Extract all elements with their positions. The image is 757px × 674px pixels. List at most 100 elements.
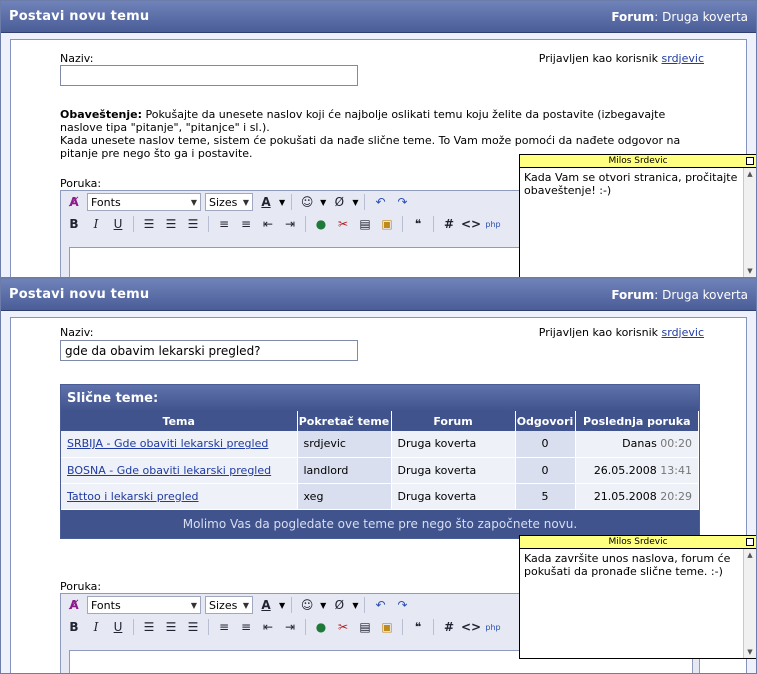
font-select[interactable]: Fonts ▼ <box>87 193 201 211</box>
font-select[interactable]: Fonts ▼ <box>87 596 201 614</box>
logged-in-info: Prijavljen kao korisnik srdjevic <box>539 52 704 65</box>
note-scrollbar[interactable]: ▲ ▼ <box>743 549 756 658</box>
quote-icon[interactable]: ❝ <box>409 215 427 233</box>
unlink-icon[interactable]: ✂ <box>334 618 352 636</box>
remove-format-icon[interactable]: A̸ <box>65 193 83 211</box>
italic-icon[interactable]: I <box>87 215 105 233</box>
numbered-list-icon[interactable]: ≡ <box>215 215 233 233</box>
sticky-note[interactable]: Milos Srdevic Kada Vam se otvori stranic… <box>519 154 756 277</box>
special-char-icon[interactable]: Ø <box>330 193 348 211</box>
topic-link[interactable]: BOSNA - Gde obaviti lekarski pregled <box>67 464 271 477</box>
align-right-icon[interactable]: ☰ <box>184 618 202 636</box>
logged-in-text: Prijavljen kao korisnik <box>538 326 659 339</box>
last-post-date: Danas <box>622 437 657 451</box>
size-select[interactable]: Sizes ▼ <box>205 193 253 211</box>
username-link[interactable]: srdjevic <box>662 52 704 65</box>
sticky-note[interactable]: Milos Srdevic Kada završite unos naslova… <box>519 535 756 659</box>
bold-icon[interactable]: B <box>65 215 83 233</box>
scroll-down-icon[interactable]: ▼ <box>744 265 756 277</box>
indent-icon[interactable]: ⇥ <box>281 215 299 233</box>
close-icon[interactable] <box>746 157 754 165</box>
align-center-icon[interactable]: ☰ <box>162 618 180 636</box>
hash-icon[interactable]: # <box>440 618 458 636</box>
undo-icon[interactable]: ↶ <box>371 193 389 211</box>
bullet-list-icon[interactable]: ≡ <box>237 215 255 233</box>
table-row: Tattoo i lekarski pregled xeg Druga kove… <box>61 483 699 510</box>
code-icon[interactable]: <> <box>461 215 481 233</box>
font-color-icon[interactable]: A <box>257 596 275 614</box>
align-center-icon[interactable]: ☰ <box>162 215 180 233</box>
scroll-down-icon[interactable]: ▼ <box>744 646 756 658</box>
chevron-down-icon[interactable]: ▼ <box>352 198 358 207</box>
bold-icon[interactable]: B <box>65 618 83 636</box>
undo-icon[interactable]: ↶ <box>371 596 389 614</box>
topic-link[interactable]: SRBIJA - Gde obaviti lekarski pregled <box>67 437 268 450</box>
smiley-icon[interactable]: ☺ <box>298 596 316 614</box>
redo-icon[interactable]: ↷ <box>393 596 411 614</box>
chevron-down-icon[interactable]: ▼ <box>352 601 358 610</box>
quote-icon[interactable]: ❝ <box>409 618 427 636</box>
last-post-cell: Danas 00:20 <box>575 431 699 458</box>
special-char-icon[interactable]: Ø <box>330 596 348 614</box>
smiley-icon[interactable]: ☺ <box>298 193 316 211</box>
topic-link[interactable]: Tattoo i lekarski pregled <box>67 490 199 503</box>
scroll-up-icon[interactable]: ▲ <box>744 549 756 561</box>
italic-icon[interactable]: I <box>87 618 105 636</box>
name-label: Naziv: <box>60 326 94 339</box>
note-scrollbar[interactable]: ▲ ▼ <box>743 168 756 277</box>
indent-icon[interactable]: ⇥ <box>281 618 299 636</box>
image-icon[interactable]: ▣ <box>378 618 396 636</box>
php-icon[interactable]: php <box>484 618 502 636</box>
divider <box>208 216 209 232</box>
remove-format-icon[interactable]: A̸ <box>65 596 83 614</box>
last-post-time: 00:20 <box>660 437 692 451</box>
chevron-down-icon: ▼ <box>190 600 197 610</box>
size-select[interactable]: Sizes ▼ <box>205 596 253 614</box>
numbered-list-icon[interactable]: ≡ <box>215 618 233 636</box>
font-color-icon[interactable]: A <box>257 193 275 211</box>
topic-name-input[interactable] <box>60 65 358 86</box>
scroll-up-icon[interactable]: ▲ <box>744 168 756 180</box>
divider <box>364 194 366 210</box>
redo-icon[interactable]: ↷ <box>393 193 411 211</box>
unlink-icon[interactable]: ✂ <box>334 215 352 233</box>
breadcrumb: Forum: Druga koverta <box>611 10 748 24</box>
underline-icon[interactable]: U <box>109 618 127 636</box>
breadcrumb: Forum: Druga koverta <box>611 288 748 302</box>
link-icon[interactable]: ● <box>312 215 330 233</box>
chevron-down-icon[interactable]: ▼ <box>279 198 285 207</box>
align-right-icon[interactable]: ☰ <box>184 215 202 233</box>
page-title: Postavi novu temu <box>9 9 150 24</box>
code-icon[interactable]: <> <box>461 618 481 636</box>
close-icon[interactable] <box>746 538 754 546</box>
replies-cell: 5 <box>515 483 576 510</box>
forum-cell: Druga koverta <box>391 431 516 458</box>
bullet-list-icon[interactable]: ≡ <box>237 618 255 636</box>
divider <box>433 216 434 232</box>
col-starter: Pokretač teme <box>297 411 392 431</box>
chevron-down-icon[interactable]: ▼ <box>320 198 326 207</box>
starter-cell: xeg <box>297 483 392 510</box>
chevron-down-icon[interactable]: ▼ <box>279 601 285 610</box>
col-replies: Odgovori <box>515 411 576 431</box>
paste-icon[interactable]: ▤ <box>356 215 374 233</box>
chevron-down-icon[interactable]: ▼ <box>320 601 326 610</box>
paste-icon[interactable]: ▤ <box>356 618 374 636</box>
last-post-date: 21.05.2008 <box>593 489 657 503</box>
image-icon[interactable]: ▣ <box>378 215 396 233</box>
outdent-icon[interactable]: ⇤ <box>259 215 277 233</box>
form-area: Naziv: Prijavljen kao korisnik srdjevic … <box>10 39 756 277</box>
last-post-time: 13:41 <box>660 463 692 477</box>
topic-cell: Tattoo i lekarski pregled <box>61 483 298 510</box>
username-link[interactable]: srdjevic <box>662 326 704 339</box>
outdent-icon[interactable]: ⇤ <box>259 618 277 636</box>
link-icon[interactable]: ● <box>312 618 330 636</box>
topic-name-input[interactable] <box>60 340 358 361</box>
align-left-icon[interactable]: ☰ <box>140 215 158 233</box>
hash-icon[interactable]: # <box>440 215 458 233</box>
replies-cell: 0 <box>515 457 576 484</box>
divider <box>208 619 209 635</box>
underline-icon[interactable]: U <box>109 215 127 233</box>
align-left-icon[interactable]: ☰ <box>140 618 158 636</box>
php-icon[interactable]: php <box>484 215 502 233</box>
